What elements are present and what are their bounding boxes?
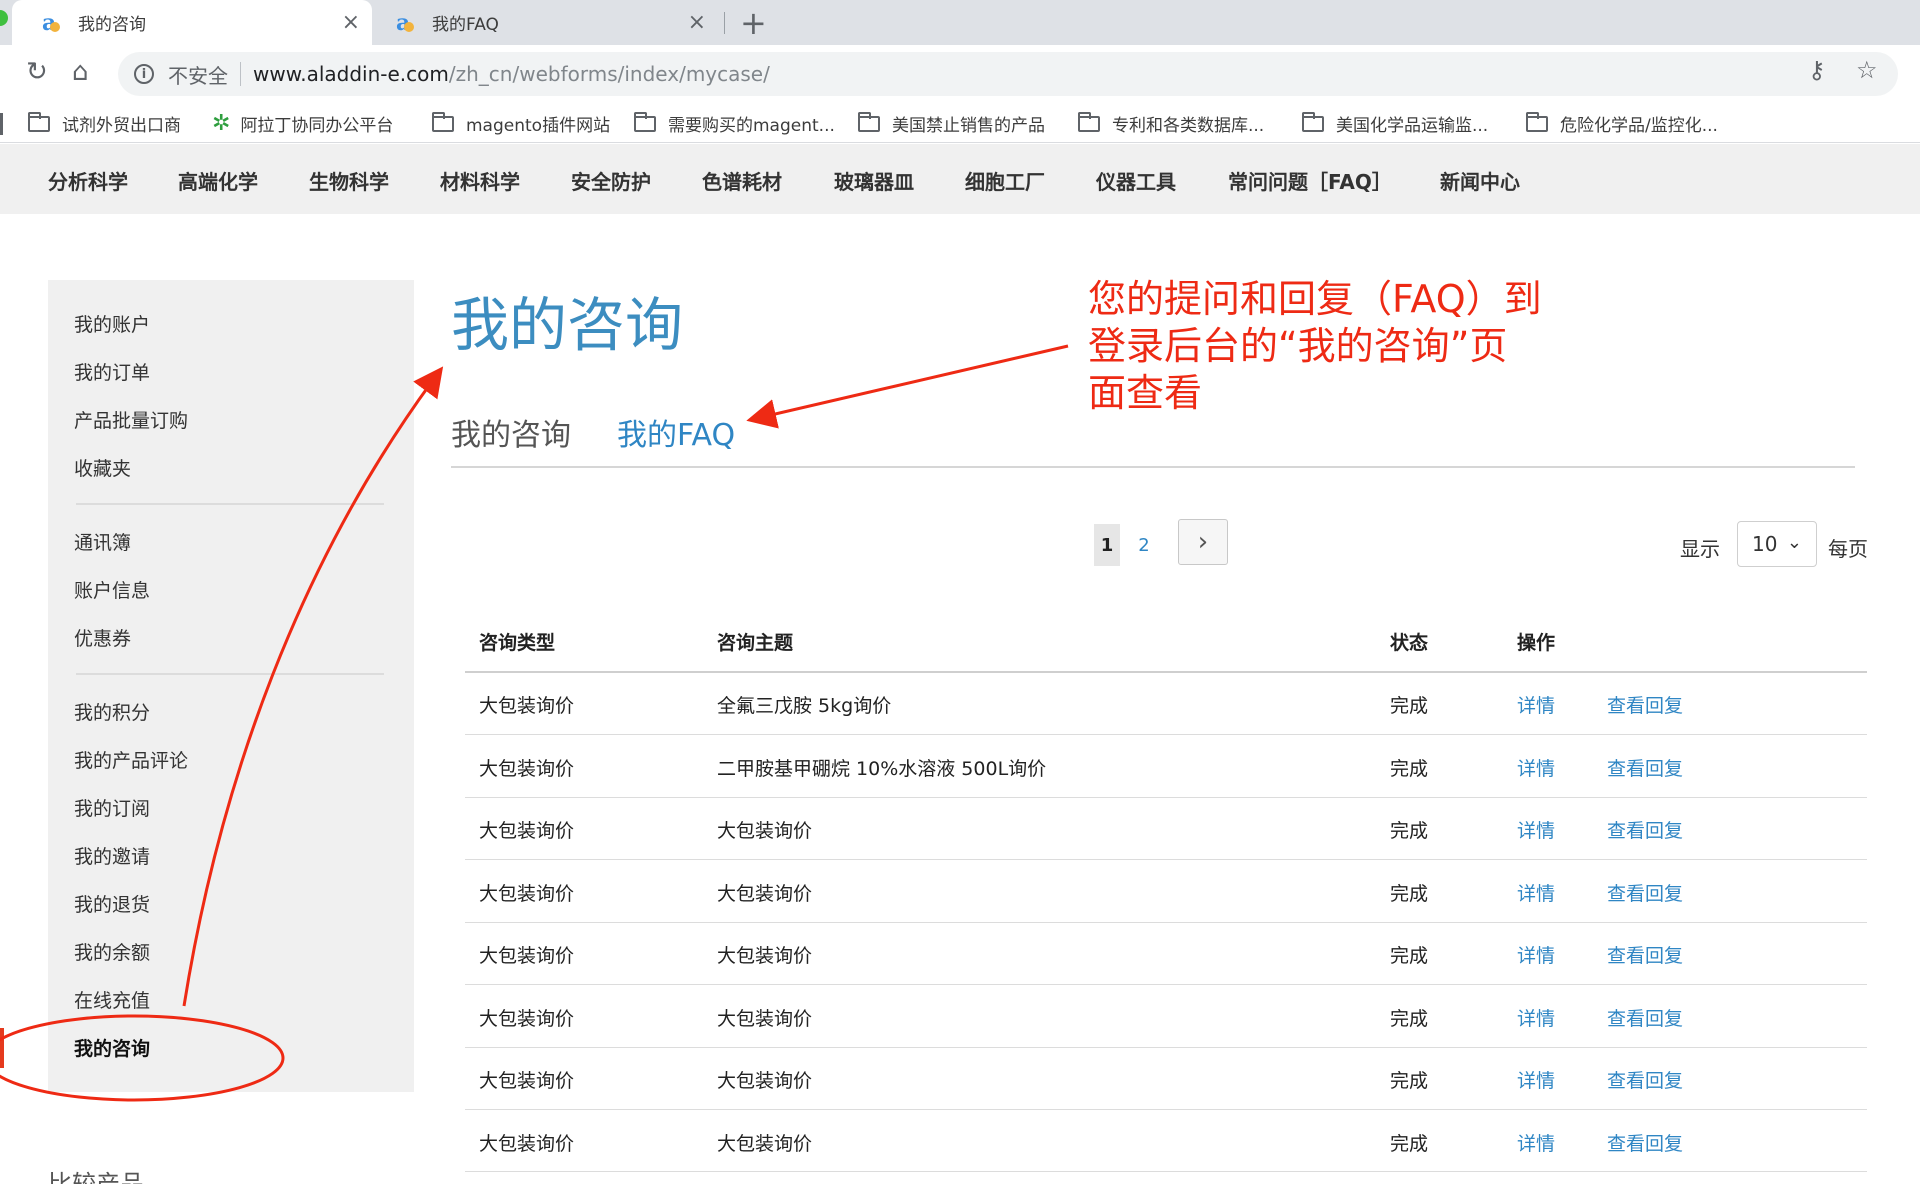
arrow-to-faq-tab	[746, 344, 1069, 429]
annotation-overlay	[0, 344, 1069, 1102]
arrow-from-sidebar-to-title	[182, 366, 444, 1007]
highlight-ellipse	[0, 1014, 285, 1102]
